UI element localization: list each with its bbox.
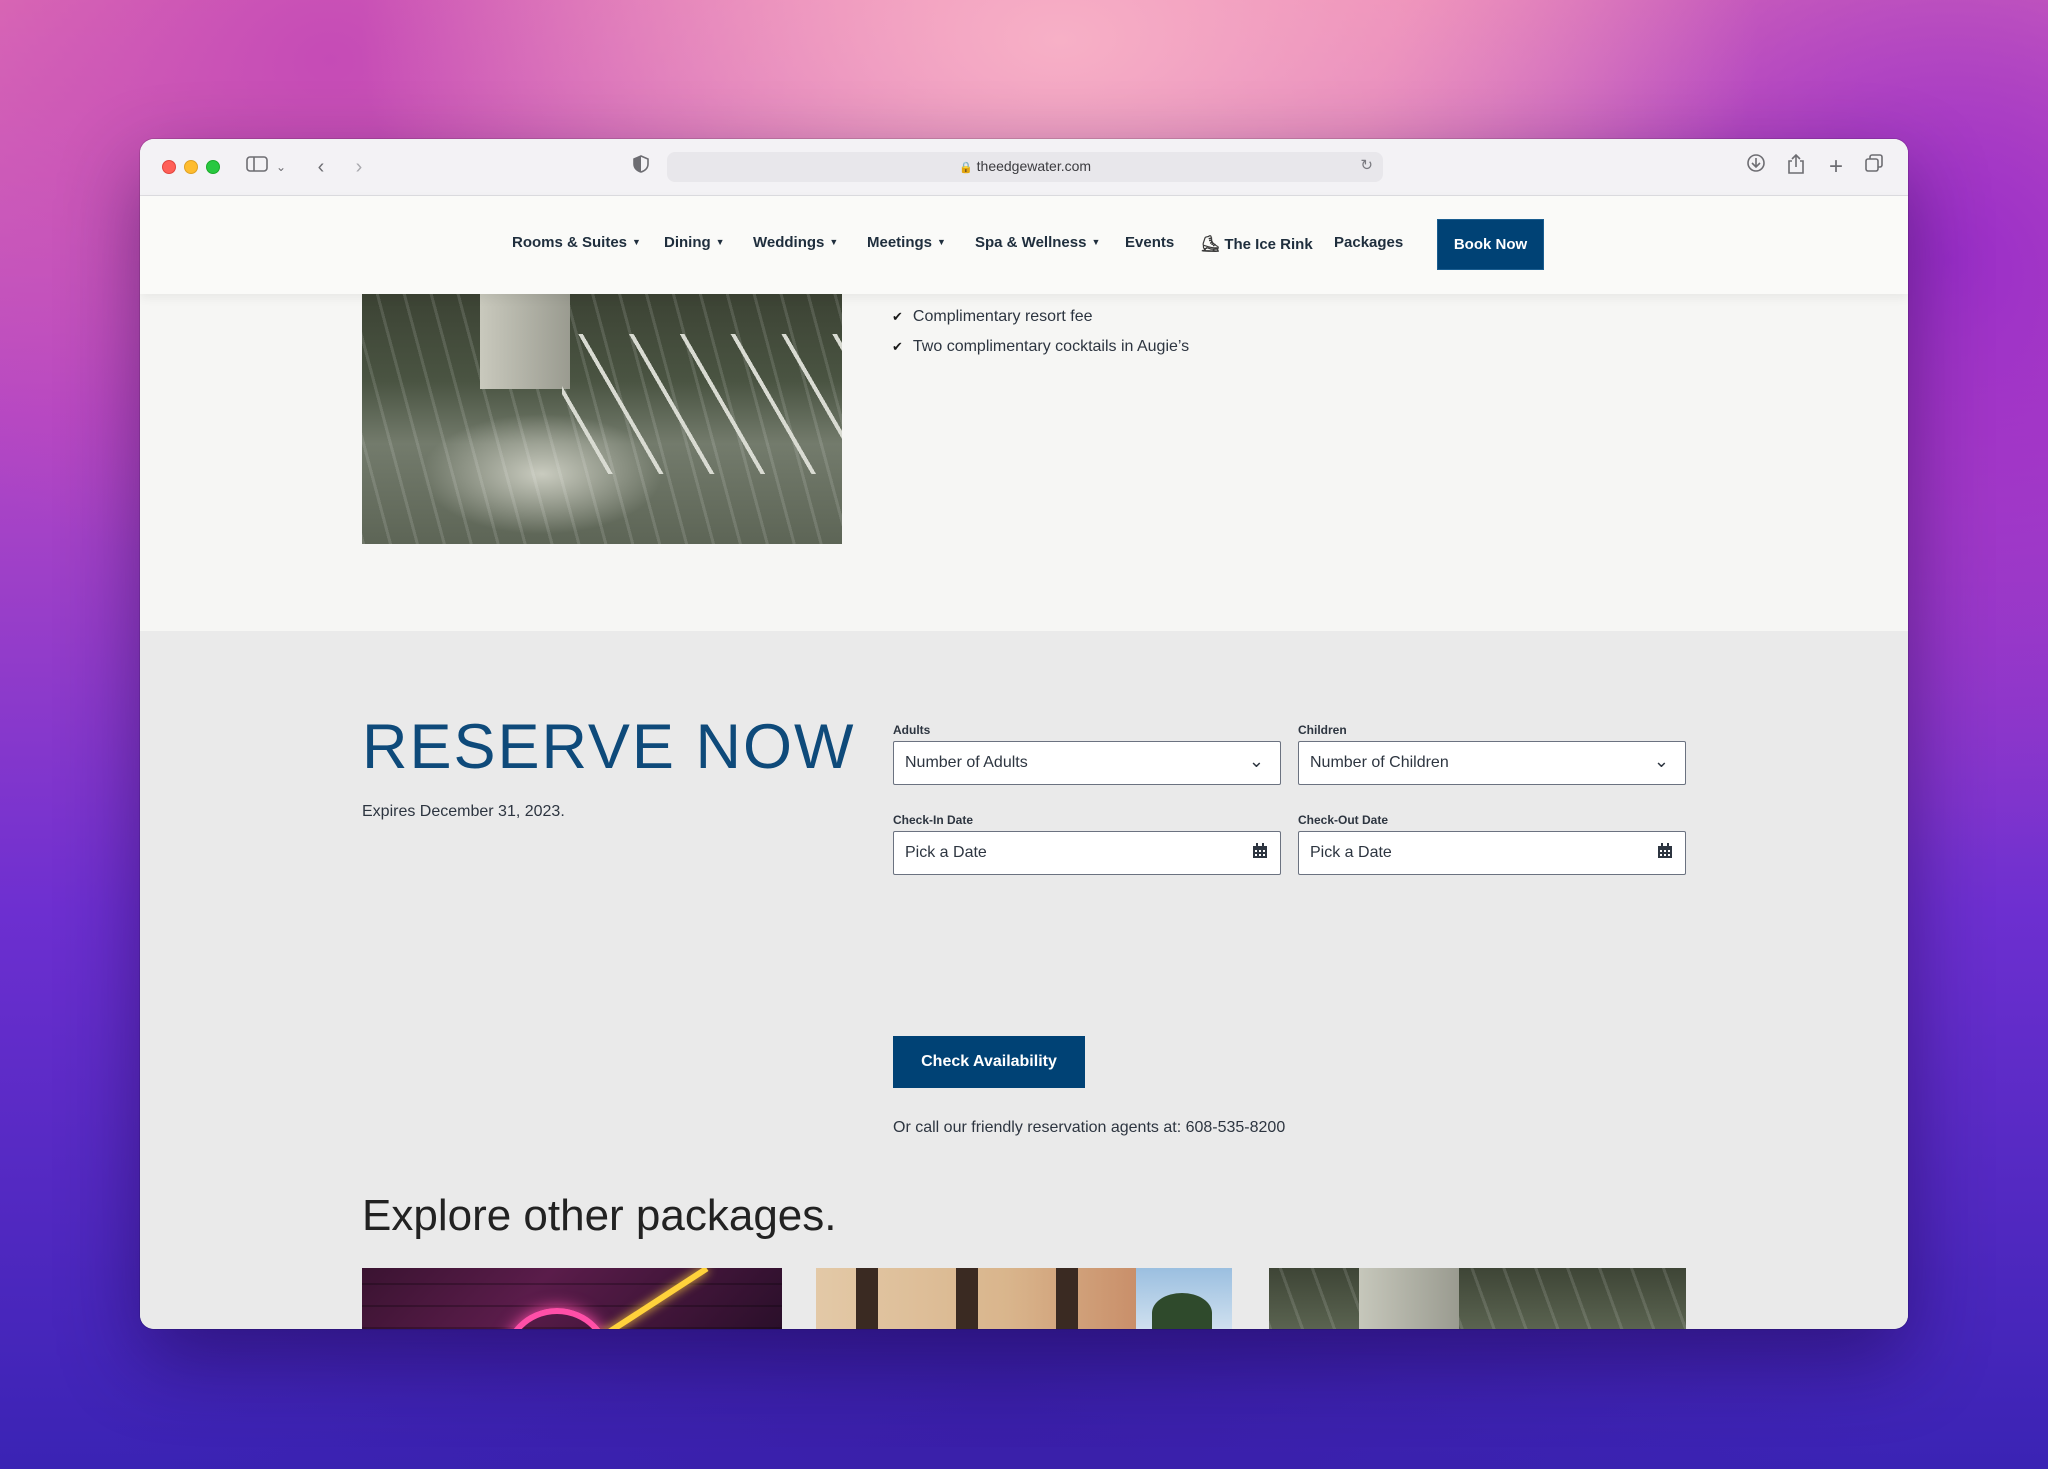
calendar-icon[interactable] bbox=[1252, 843, 1268, 859]
photo-tower bbox=[480, 294, 570, 389]
nav-ice-rink[interactable]: ⛸ The Ice Rink bbox=[1200, 234, 1313, 254]
benefits-list: ✔ Complimentary resort fee ✔ Two complimen… bbox=[892, 306, 1189, 366]
expiry-text: Expires December 31, 2023. bbox=[362, 803, 565, 820]
caret-down-icon: ▼ bbox=[715, 237, 725, 247]
historic-aerial-photo bbox=[362, 294, 842, 544]
reserve-title: RESERVE NOW bbox=[362, 712, 856, 782]
aerial-tower-image bbox=[1359, 1268, 1459, 1329]
shield-icon[interactable] bbox=[630, 153, 652, 181]
building-image bbox=[816, 1268, 1136, 1329]
nav-dining[interactable]: Dining ▼ bbox=[664, 234, 725, 251]
chevron-down-icon: ⌄ bbox=[1248, 751, 1264, 771]
forward-icon[interactable]: › bbox=[348, 153, 370, 181]
tab-overview-icon[interactable] bbox=[1862, 153, 1886, 181]
ice-skate-icon: ⛸ bbox=[1200, 236, 1221, 253]
caret-down-icon: ▼ bbox=[829, 237, 839, 247]
checkin-label: Check-In Date bbox=[893, 813, 974, 827]
caret-down-icon: ▼ bbox=[1091, 237, 1101, 247]
sidebar-toggle-icon[interactable] bbox=[244, 153, 270, 181]
benefit-item: ✔ Two complimentary cocktails in Augie’s bbox=[892, 338, 1190, 355]
reservation-phone-text: Or call our friendly reservation agents … bbox=[893, 1119, 1286, 1136]
new-tab-icon[interactable]: + bbox=[1824, 153, 1848, 181]
package-details-section: ✔ Complimentary resort fee ✔ Two complimen… bbox=[140, 294, 1908, 631]
address-bar[interactable]: 🔒 theedgewater.com ↻ bbox=[667, 152, 1383, 182]
nav-events[interactable]: Events bbox=[1125, 234, 1174, 251]
chevron-down-icon[interactable]: ⌄ bbox=[274, 153, 288, 181]
checkout-date-input[interactable]: Pick a Date bbox=[1298, 831, 1686, 875]
nav-weddings[interactable]: Weddings ▼ bbox=[753, 234, 838, 251]
url-text: theedgewater.com bbox=[976, 158, 1092, 174]
chevron-down-icon: ⌄ bbox=[1653, 751, 1669, 771]
reserve-section: RESERVE NOW Expires December 31, 2023. A… bbox=[140, 631, 1908, 1329]
check-icon: ✔ bbox=[892, 309, 903, 324]
lock-icon: 🔒 bbox=[958, 162, 973, 174]
nav-rooms-suites[interactable]: Rooms & Suites ▼ bbox=[512, 234, 641, 251]
adults-label: Adults bbox=[893, 723, 931, 737]
photo-docks bbox=[562, 334, 842, 474]
browser-window: ⌄ ‹ › 🔒 theedgewater.com ↻ + Rooms & Suit… bbox=[140, 139, 1908, 1329]
calendar-icon[interactable] bbox=[1657, 843, 1673, 859]
checkin-date-input[interactable]: Pick a Date bbox=[893, 831, 1281, 875]
caret-down-icon: ▼ bbox=[632, 237, 641, 247]
checkin-placeholder: Pick a Date bbox=[905, 844, 987, 861]
adults-select-value: Number of Adults bbox=[905, 754, 1028, 771]
close-window-button[interactable] bbox=[162, 160, 176, 174]
check-availability-button[interactable]: Check Availability bbox=[893, 1036, 1085, 1088]
checkout-placeholder: Pick a Date bbox=[1310, 844, 1392, 861]
explore-packages-heading: Explore other packages. bbox=[362, 1191, 837, 1240]
minimize-window-button[interactable] bbox=[184, 160, 198, 174]
share-icon[interactable] bbox=[1784, 153, 1808, 183]
site-navigation: Rooms & Suites ▼ Dining ▼ Weddings ▼ Meetin… bbox=[140, 196, 1908, 294]
trees-image bbox=[1152, 1293, 1212, 1329]
adults-select[interactable]: Number of Adults ⌄ bbox=[893, 741, 1281, 785]
neon-heart-image bbox=[479, 1285, 635, 1329]
nav-packages[interactable]: Packages bbox=[1334, 234, 1403, 251]
caret-down-icon: ▼ bbox=[937, 237, 946, 247]
children-select[interactable]: Number of Children ⌄ bbox=[1298, 741, 1686, 785]
nav-meetings[interactable]: Meetings ▼ bbox=[867, 234, 946, 251]
zoom-window-button[interactable] bbox=[206, 160, 220, 174]
download-icon[interactable] bbox=[1744, 153, 1768, 181]
package-card-valentine[interactable] bbox=[362, 1268, 782, 1329]
checkout-label: Check-Out Date bbox=[1298, 813, 1389, 827]
check-icon: ✔ bbox=[892, 339, 903, 354]
nav-spa-wellness[interactable]: Spa & Wellness ▼ bbox=[975, 234, 1100, 251]
children-label: Children bbox=[1298, 723, 1347, 737]
book-now-button[interactable]: Book Now bbox=[1437, 219, 1544, 270]
package-card-building[interactable] bbox=[816, 1268, 1232, 1329]
children-select-value: Number of Children bbox=[1310, 754, 1449, 771]
back-icon[interactable]: ‹ bbox=[310, 153, 332, 181]
package-card-historic[interactable] bbox=[1269, 1268, 1686, 1329]
benefit-item: ✔ Complimentary resort fee bbox=[892, 308, 1093, 325]
reload-icon[interactable]: ↻ bbox=[1360, 156, 1373, 174]
browser-toolbar: ⌄ ‹ › 🔒 theedgewater.com ↻ + bbox=[140, 139, 1908, 196]
